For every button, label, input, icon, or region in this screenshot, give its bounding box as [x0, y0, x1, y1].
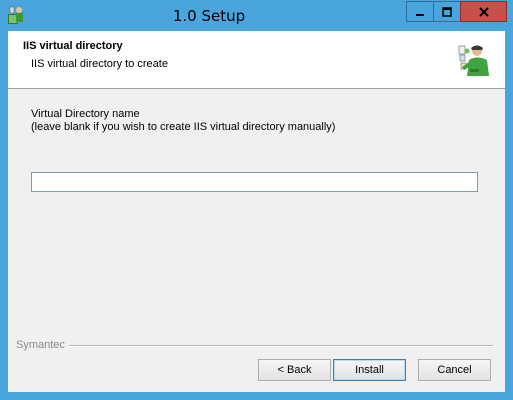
back-button[interactable]: < Back	[258, 359, 331, 381]
install-button[interactable]: Install	[333, 359, 406, 381]
setup-installer-icon[interactable]	[7, 5, 25, 25]
cancel-button-label: Cancel	[437, 364, 472, 376]
setup-wizard-person-icon	[458, 45, 489, 76]
divider-highlight	[16, 346, 493, 347]
title-bar[interactable]: 1.0 Setup	[0, 0, 513, 31]
window-title: 1.0 Setup	[172, 7, 246, 25]
close-icon	[478, 6, 489, 17]
page-subtitle: IIS virtual directory to create	[31, 58, 168, 70]
close-button[interactable]	[460, 1, 507, 22]
maximize-icon	[442, 6, 452, 17]
brand-label: Symantec	[16, 339, 69, 351]
minimize-icon	[416, 13, 424, 16]
vdir-label: Virtual Directory name	[31, 108, 140, 120]
minimize-button[interactable]	[406, 1, 433, 22]
virtual-directory-name-input[interactable]	[31, 172, 478, 192]
dialog-client-area: IIS virtual directory IIS virtual direct…	[8, 31, 505, 392]
cancel-button[interactable]: Cancel	[418, 359, 491, 381]
maximize-button[interactable]	[433, 1, 460, 22]
page-title: IIS virtual directory	[23, 40, 123, 52]
caption-buttons	[406, 1, 507, 22]
branding-divider: Symantec	[16, 339, 493, 351]
install-button-label: Install	[355, 364, 384, 376]
wizard-header: IIS virtual directory IIS virtual direct…	[8, 31, 505, 89]
vdir-hint: (leave blank if you wish to create IIS v…	[31, 121, 336, 133]
back-button-label: < Back	[277, 364, 312, 376]
setup-window: 1.0 Setup IIS virtual directory IIS virt…	[0, 0, 513, 400]
